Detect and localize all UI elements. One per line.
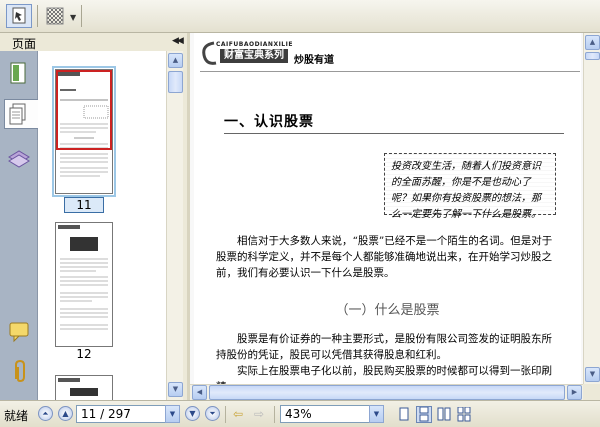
panel-title: 页面 (12, 37, 37, 51)
single-page-view-button[interactable] (396, 406, 412, 423)
layers-icon (8, 150, 30, 168)
thumbnail-label[interactable]: 12 (64, 347, 104, 361)
previous-page-icon[interactable]: ▲ (58, 406, 73, 421)
bookmarks-tab[interactable] (5, 59, 33, 89)
back-arrow-icon[interactable]: ⇦ (233, 407, 243, 421)
body-paragraph: 相信对于大多数人来说，“股票”已经不是一个陌生的名词。但是对于股票的科学定义，并… (216, 235, 553, 279)
status-bar: 就绪 ⏶ ▲ 11 / 297 ▼ ▼ ⏷ ⇦ ⇨ 43% ▼ (0, 400, 600, 427)
pattern-tool-button[interactable] (42, 4, 68, 28)
chapter-title: 一、认识股票 (224, 114, 314, 130)
single-page-icon (399, 407, 409, 421)
page-arrow-icon (12, 7, 26, 24)
chevron-down-icon[interactable]: ▼ (70, 13, 76, 22)
forward-arrow-icon[interactable]: ⇨ (254, 407, 264, 421)
bookmark-icon (10, 62, 26, 84)
document-horizontal-scrollbar[interactable]: ◀ ▶ (190, 384, 583, 400)
document-view[interactable]: CAIFUBAODIANXILIE 财富宝典系列 炒股有道 一、认识股票 投资改… (190, 33, 583, 384)
comment-icon (9, 322, 29, 343)
scrollbar-thumb[interactable] (168, 71, 183, 93)
thumbnail-label[interactable]: 11 (64, 197, 104, 213)
attachments-tab[interactable] (5, 357, 33, 387)
thumbnail-page-image (58, 225, 108, 330)
pages-icon (9, 103, 26, 125)
header-subtitle: 炒股有道 (294, 55, 334, 66)
header-rule (200, 71, 580, 72)
page-thumbnail[interactable] (55, 375, 113, 400)
paperclip-icon (15, 359, 25, 383)
pages-tab[interactable] (4, 99, 39, 129)
scroll-down-icon[interactable]: ▼ (585, 367, 600, 382)
logo-text: CAIFUBAODIANXILIE (216, 41, 293, 48)
page-thumbnail[interactable] (52, 66, 116, 197)
body-paragraph: 实际上在股票电子化以前，股民购买股票的时候都可以得到一张印刷精 (216, 365, 552, 384)
logo-box: 财富宝典系列 (220, 49, 288, 63)
chevron-down-icon[interactable]: ▼ (369, 405, 384, 423)
status-text: 就绪 (4, 409, 29, 423)
continuous-page-icon (419, 406, 429, 422)
thumbnails-scrollbar[interactable]: ▲ ▼ (166, 51, 183, 400)
facing-view-button[interactable] (436, 406, 452, 423)
continuous-facing-icon (457, 406, 471, 422)
status-separator (225, 406, 226, 423)
pages-panel-header: 页面 ◀◀ (0, 33, 187, 51)
checker-icon (46, 7, 64, 25)
first-page-icon[interactable]: ⏶ (38, 406, 53, 421)
main-toolbar: ▼ (0, 0, 600, 33)
comments-tab[interactable] (5, 317, 33, 347)
last-page-icon[interactable]: ⏷ (205, 406, 220, 421)
thumbnails-panel: 11 12 (38, 51, 166, 400)
layers-tab[interactable] (5, 143, 33, 173)
document-vertical-scrollbar[interactable]: ▲ ▼ (583, 33, 600, 384)
scroll-right-icon[interactable]: ▶ (567, 385, 582, 400)
document-page: CAIFUBAODIANXILIE 财富宝典系列 炒股有道 一、认识股票 投资改… (194, 33, 581, 384)
side-tab-bar (0, 51, 39, 400)
scroll-down-icon[interactable]: ▼ (168, 382, 183, 397)
page-header: CAIFUBAODIANXILIE 财富宝典系列 炒股有道 (200, 39, 580, 72)
continuous-facing-view-button[interactable] (456, 406, 472, 423)
body-paragraph: 股票是有价证券的一种主要形式，是股份有限公司签发的证明股东所持股份的凭证，股民可… (216, 333, 552, 361)
section-heading: （一）什么是股票 (335, 303, 440, 318)
thumbnail-page-image (58, 378, 98, 396)
page-tool-button[interactable] (6, 4, 32, 28)
scroll-left-icon[interactable]: ◀ (192, 385, 207, 400)
page-thumbnail[interactable] (55, 222, 113, 347)
chapter-rule (224, 133, 564, 134)
collapse-panel-icon[interactable]: ◀◀ (172, 36, 184, 46)
scrollbar-thumb[interactable] (585, 52, 600, 60)
chevron-down-icon[interactable]: ▼ (165, 405, 180, 423)
toolbar-separator (37, 5, 38, 27)
scrollbar-thumb[interactable] (209, 385, 565, 400)
page-number-field[interactable]: 11 / 297 (76, 405, 166, 423)
zoom-field[interactable]: 43% (280, 405, 370, 423)
status-separator (274, 406, 275, 423)
thumbnail-page-image (56, 70, 112, 177)
continuous-view-button[interactable] (416, 406, 432, 423)
series-logo: CAIFUBAODIANXILIE 财富宝典系列 (200, 39, 293, 67)
scroll-up-icon[interactable]: ▲ (585, 35, 600, 50)
scroll-up-icon[interactable]: ▲ (168, 53, 183, 68)
toolbar-separator (81, 5, 82, 27)
next-page-icon[interactable]: ▼ (185, 406, 200, 421)
facing-pages-icon (437, 407, 451, 421)
intro-quote-box: 投资改变生活，随着人们投资意识的全面苏醒，你是不是也动心了呢？如果你有投资股票的… (384, 153, 556, 220)
